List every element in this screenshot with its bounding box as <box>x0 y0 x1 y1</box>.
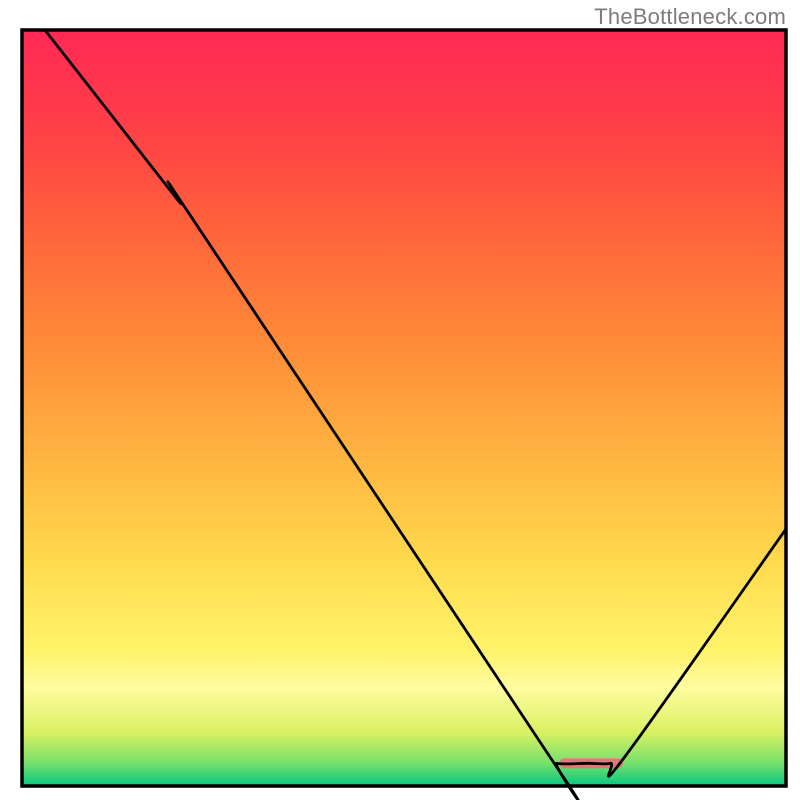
bottleneck-chart <box>0 0 800 800</box>
watermark-text: TheBottleneck.com <box>594 4 786 30</box>
plot-area <box>22 30 786 800</box>
chart-container: TheBottleneck.com <box>0 0 800 800</box>
gradient-background <box>22 30 786 786</box>
